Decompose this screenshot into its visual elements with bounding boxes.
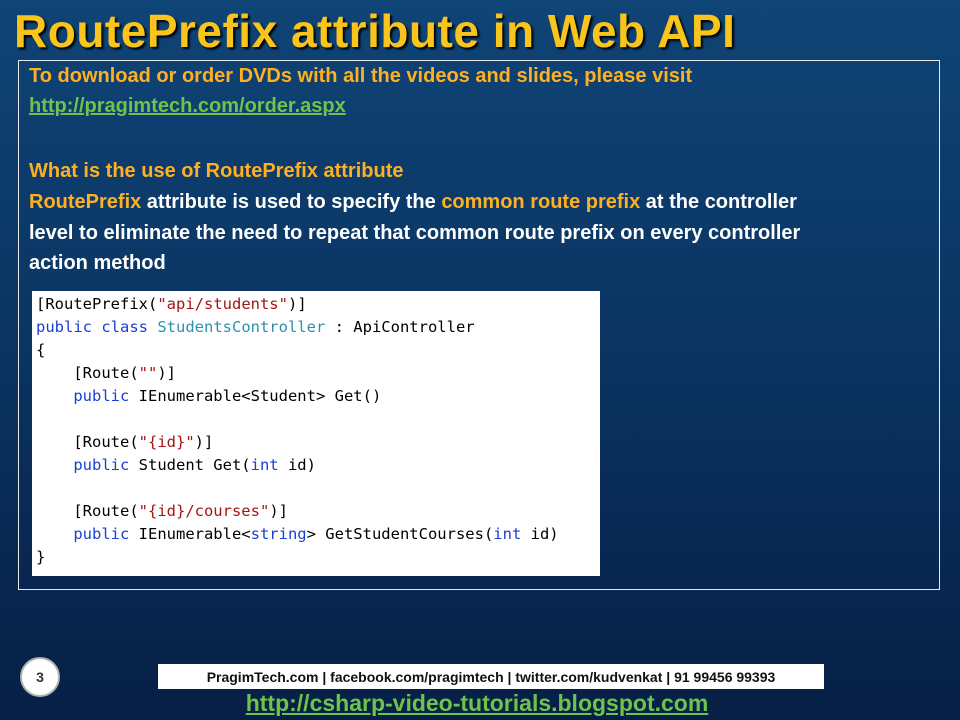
code-line: { <box>36 341 46 359</box>
content-box: To download or order DVDs with all the v… <box>18 60 940 590</box>
code-line: [Route("{id}")] <box>36 433 214 451</box>
section-heading: What is the use of RoutePrefix attribute <box>29 160 404 182</box>
code-line: public IEnumerable<string> GetStudentCou… <box>36 525 559 543</box>
slide-title: RoutePrefix attribute in Web API <box>14 5 736 57</box>
code-line: [RoutePrefix("api/students")] <box>36 295 307 313</box>
code-line: public class StudentsController : ApiCon… <box>36 318 475 336</box>
term-common-route-prefix: common route prefix <box>441 191 641 213</box>
term-routeprefix: RoutePrefix <box>29 191 142 213</box>
paragraph-line-3: action method <box>29 252 166 274</box>
code-line: public Student Get(int id) <box>36 456 316 474</box>
code-line: [Route("{id}/courses")] <box>36 502 288 520</box>
code-line: public IEnumerable<Student> Get() <box>36 387 382 405</box>
paragraph-text: at the controller <box>640 191 797 213</box>
paragraph-text: attribute is used to specify the <box>141 191 442 213</box>
order-link[interactable]: http://pragimtech.com/order.aspx <box>29 95 346 118</box>
footer-contact-bar: PragimTech.com | facebook.com/pragimtech… <box>158 664 824 689</box>
code-sample: [RoutePrefix("api/students")] public cla… <box>32 291 600 576</box>
paragraph-line-1: RoutePrefix attribute is used to specify… <box>29 191 797 214</box>
code-line: [Route("")] <box>36 364 176 382</box>
intro-text: To download or order DVDs with all the v… <box>29 65 693 87</box>
footer-blog-link[interactable]: http://csharp-video-tutorials.blogspot.c… <box>0 690 954 717</box>
paragraph-line-2: level to eliminate the need to repeat th… <box>29 222 801 244</box>
code-line: } <box>36 548 46 566</box>
